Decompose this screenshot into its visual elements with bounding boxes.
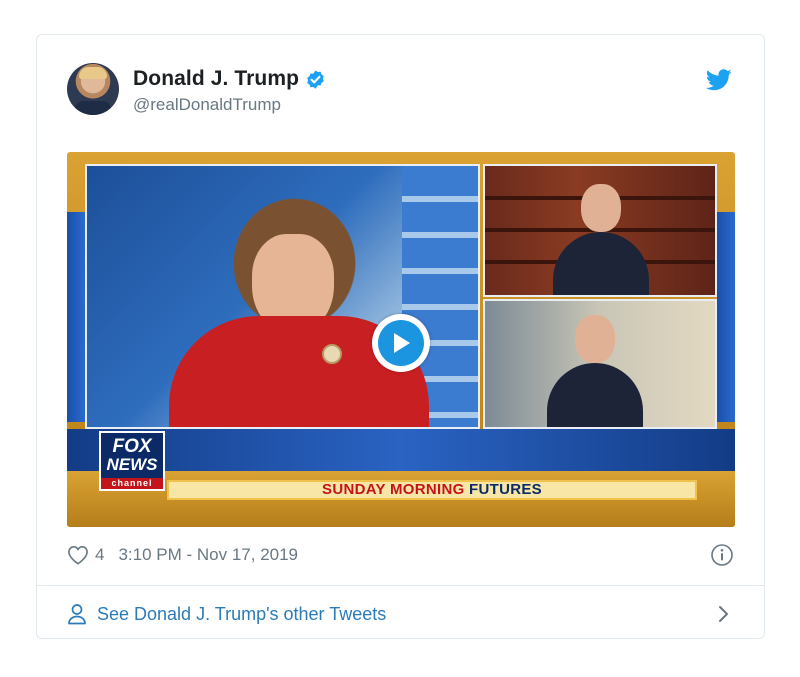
guest-body xyxy=(553,232,649,295)
heart-icon[interactable] xyxy=(67,545,89,565)
anchor-brooch xyxy=(322,344,342,364)
play-button-inner[interactable] xyxy=(378,320,424,366)
other-tweets-link[interactable]: See Donald J. Trump's other Tweets xyxy=(97,604,386,625)
other-tweets-link-row[interactable]: See Donald J. Trump's other Tweets xyxy=(67,601,734,627)
anchor-panel xyxy=(85,164,480,429)
author-name[interactable]: Donald J. Trump xyxy=(133,67,299,91)
network-logo-line3: channel xyxy=(101,478,163,489)
network-logo: FOX NEWS channel xyxy=(99,431,165,491)
news-ticker xyxy=(67,429,735,471)
play-button[interactable] xyxy=(372,314,430,372)
tweet-timestamp[interactable]: 3:10 PM - Nov 17, 2019 xyxy=(118,545,298,565)
divider xyxy=(37,585,764,586)
set-decoration-left xyxy=(67,212,85,422)
chevron-right-icon[interactable] xyxy=(718,605,730,623)
video-thumbnail[interactable]: FOX NEWS channel SUNDAY MORNING FUTURES xyxy=(67,152,735,527)
network-logo-line2: NEWS xyxy=(106,455,158,474)
author-handle[interactable]: @realDonaldTrump xyxy=(133,95,281,115)
author-name-row[interactable]: Donald J. Trump xyxy=(133,67,326,91)
tweet-meta: 4 3:10 PM - Nov 17, 2019 xyxy=(67,543,734,567)
play-icon xyxy=(394,333,410,353)
network-logo-line1: FOX xyxy=(112,436,152,457)
guest-head xyxy=(575,315,615,363)
avatar[interactable] xyxy=(67,63,119,115)
like-count[interactable]: 4 xyxy=(95,545,104,565)
tweet-card: Donald J. Trump @realDonaldTrump FOX NEW… xyxy=(36,34,765,639)
tweet-header: Donald J. Trump @realDonaldTrump xyxy=(67,63,734,119)
guest-body xyxy=(547,363,643,427)
guest-head xyxy=(581,184,621,232)
show-title-bar: SUNDAY MORNING FUTURES xyxy=(167,480,697,500)
guest-panel-bottom xyxy=(483,299,717,429)
guest-panel-top xyxy=(483,164,717,297)
show-title-part1: SUNDAY MORNING xyxy=(322,481,465,498)
show-title-part2: FUTURES xyxy=(469,481,542,498)
set-decoration-right xyxy=(717,212,735,422)
info-icon[interactable] xyxy=(710,543,734,567)
twitter-bird-icon[interactable] xyxy=(706,69,732,91)
verified-badge-icon xyxy=(307,69,324,89)
person-icon xyxy=(68,604,86,625)
